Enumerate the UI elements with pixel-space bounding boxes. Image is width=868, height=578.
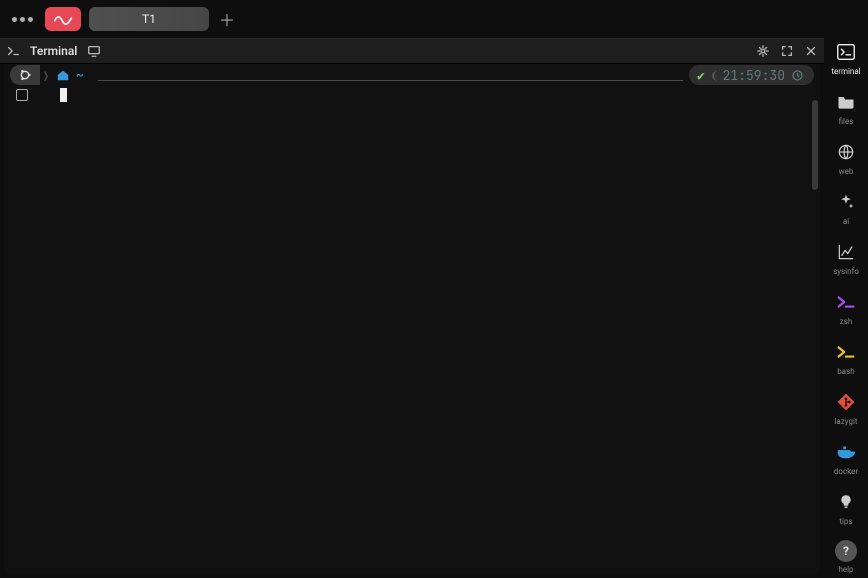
os-segment [10, 65, 40, 85]
terminal-pane[interactable]: ❭ ~ ✔ ❨ 21:59:30 [4, 64, 820, 574]
help-icon: ? [835, 540, 857, 562]
input-row[interactable] [4, 86, 820, 104]
close-icon[interactable] [804, 44, 818, 58]
rail-lazygit[interactable]: lazygit [826, 390, 866, 426]
prompt-time: 21:59:30 [723, 67, 785, 84]
prompt-marker-icon [16, 89, 28, 101]
rail-sysinfo[interactable]: sysinfo [826, 240, 866, 276]
rail-label: zsh [840, 317, 853, 326]
pane-header: Terminal [0, 38, 824, 64]
folder-icon [834, 90, 858, 114]
rail-label: bash [837, 367, 854, 376]
clock-icon [791, 69, 804, 82]
rail-bash[interactable]: bash [826, 340, 866, 376]
tab-workspace-home[interactable] [45, 7, 81, 31]
home-icon [56, 68, 70, 82]
rail-terminal[interactable]: terminal [826, 40, 866, 76]
tab-t1[interactable]: T1 [89, 7, 209, 31]
zsh-icon [834, 290, 858, 314]
rail-tips[interactable]: tips [826, 490, 866, 526]
docker-icon [834, 440, 858, 464]
rail-label: tips [839, 517, 852, 526]
rail-label: lazygit [834, 417, 857, 426]
terminal-icon [834, 40, 858, 64]
settings-icon[interactable] [756, 44, 770, 58]
rail-web[interactable]: web [826, 140, 866, 176]
prompt-row: ❭ ~ ✔ ❨ 21:59:30 [4, 64, 820, 86]
prompt-icon [6, 44, 20, 58]
maximize-icon[interactable] [780, 44, 794, 58]
rail-label: sysinfo [833, 267, 859, 276]
sparkle-icon [834, 190, 858, 214]
rail-label: docker [834, 467, 858, 476]
check-icon: ✔ [697, 67, 705, 84]
tab-label: T1 [142, 12, 156, 26]
rail-label: ai [843, 217, 849, 226]
rail-label: web [839, 167, 854, 176]
rail-files[interactable]: files [826, 90, 866, 126]
brace-open: ❨ [711, 67, 719, 84]
git-icon [834, 390, 858, 414]
bash-icon [834, 340, 858, 364]
globe-icon [834, 140, 858, 164]
ubuntu-icon [18, 68, 32, 82]
launcher-rail: terminal files web ai sysinfo [824, 38, 868, 578]
chart-icon [834, 240, 858, 264]
scrollbar-thumb[interactable] [812, 100, 818, 190]
path-segment: ~ [52, 65, 92, 85]
rail-docker[interactable]: docker [826, 440, 866, 476]
text-cursor [60, 88, 67, 102]
rail-label: files [839, 117, 854, 126]
rail-zsh[interactable]: zsh [826, 290, 866, 326]
app-menu-button[interactable] [8, 13, 37, 26]
bulb-icon [834, 490, 858, 514]
wave-icon [53, 13, 73, 25]
segment-separator: ❭ [40, 65, 52, 85]
rail-label: help [838, 565, 853, 574]
tab-strip: T1 ＋ [0, 0, 868, 38]
prompt-status-segment: ✔ ❨ 21:59:30 [689, 65, 814, 85]
prompt-divider [98, 80, 683, 81]
rail-help[interactable]: ? help [826, 540, 866, 574]
new-tab-button[interactable]: ＋ [217, 9, 237, 29]
cwd-text: ~ [76, 67, 84, 84]
rail-ai[interactable]: ai [826, 190, 866, 226]
pane-title: Terminal [30, 44, 77, 58]
monitor-icon[interactable] [87, 44, 101, 58]
rail-label: terminal [831, 67, 860, 76]
